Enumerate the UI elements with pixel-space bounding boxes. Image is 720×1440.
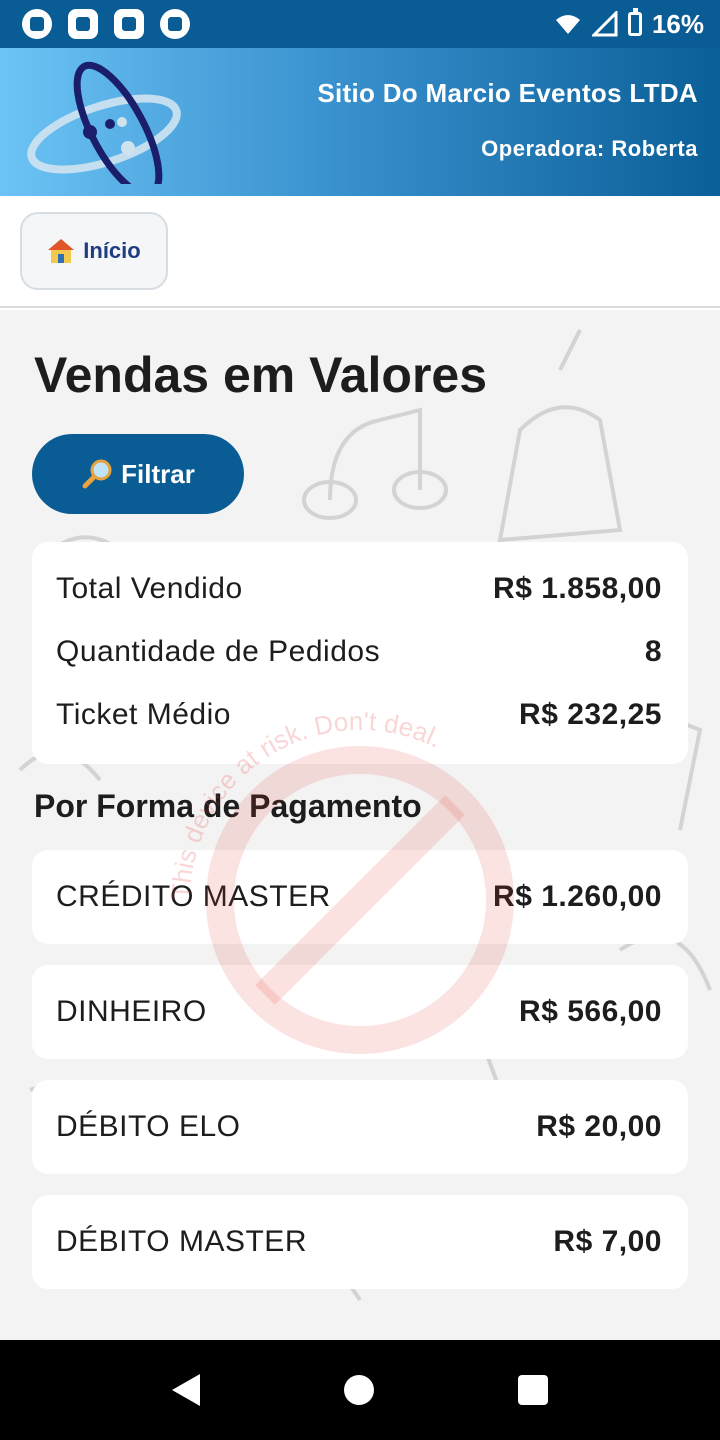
back-icon[interactable] xyxy=(172,1374,200,1406)
summary-row: Total Vendido R$ 1.858,00 xyxy=(56,572,662,606)
main-content: Vendas em Valores Filtrar Total Vendido … xyxy=(0,310,720,1340)
payment-value: R$ 20,00 xyxy=(536,1110,662,1143)
payment-value: R$ 7,00 xyxy=(553,1225,662,1258)
summary-card: Total Vendido R$ 1.858,00 Quantidade de … xyxy=(32,542,688,764)
payment-row-content: DÉBITO ELO R$ 20,00 xyxy=(56,1110,662,1144)
filter-button[interactable]: Filtrar xyxy=(32,434,244,514)
payment-section-title: Por Forma de Pagamento xyxy=(34,788,422,824)
payment-label: DÉBITO ELO xyxy=(56,1110,241,1143)
summary-value: 8 xyxy=(644,635,662,668)
system-nav-bar xyxy=(0,1340,720,1440)
payment-row: DÉBITO ELO R$ 20,00 xyxy=(32,1080,688,1174)
summary-row: Ticket Médio R$ 232,25 xyxy=(56,698,662,732)
summary-label: Total Vendido xyxy=(56,572,243,605)
app-header: Sitio Do Marcio Eventos LTDA Operadora: … xyxy=(0,48,720,196)
payment-value: R$ 566,00 xyxy=(519,995,662,1028)
summary-label: Ticket Médio xyxy=(56,698,231,731)
battery-charging-icon xyxy=(627,8,642,36)
payment-row: DÉBITO MASTER R$ 7,00 xyxy=(32,1195,688,1289)
payment-row: CRÉDITO MASTER R$ 1.260,00 xyxy=(32,850,688,944)
payment-row-content: DÉBITO MASTER R$ 7,00 xyxy=(56,1225,662,1259)
home-icon xyxy=(48,239,75,263)
summary-value: R$ 1.858,00 xyxy=(493,572,662,605)
status-bar: 16% xyxy=(0,0,720,48)
home-button-label: Início xyxy=(83,238,141,263)
payment-row-content: CRÉDITO MASTER R$ 1.260,00 xyxy=(56,880,662,914)
payment-label: DÉBITO MASTER xyxy=(56,1225,307,1258)
page-title: Vendas em Valores xyxy=(34,347,488,403)
summary-label: Quantidade de Pedidos xyxy=(56,635,381,668)
company-logo xyxy=(27,61,181,184)
payment-label: CRÉDITO MASTER xyxy=(56,880,331,913)
operator-name: Operadora: Roberta xyxy=(481,136,698,161)
home-button[interactable]: Início xyxy=(20,212,168,290)
app-notification-icon xyxy=(160,9,190,39)
payment-row-content: DINHEIRO R$ 566,00 xyxy=(56,995,662,1029)
grid-app-icon xyxy=(114,9,144,39)
battery-percent: 16% xyxy=(651,8,704,39)
search-icon xyxy=(82,459,112,489)
home-circle-icon[interactable] xyxy=(344,1375,374,1405)
summary-value: R$ 232,25 xyxy=(519,698,662,731)
filter-button-label: Filtrar xyxy=(121,458,195,489)
app-notification-icon xyxy=(22,9,52,39)
wifi-icon xyxy=(555,15,580,34)
summary-row: Quantidade de Pedidos 8 xyxy=(56,635,662,669)
payment-label: DINHEIRO xyxy=(56,995,207,1028)
system-icons: 16% xyxy=(554,8,704,40)
payment-value: R$ 1.260,00 xyxy=(493,880,662,913)
signal-icon xyxy=(591,11,618,37)
cast-icon xyxy=(68,9,98,39)
payment-row: DINHEIRO R$ 566,00 xyxy=(32,965,688,1059)
notification-icons xyxy=(22,9,190,39)
company-name: Sitio Do Marcio Eventos LTDA xyxy=(317,78,698,108)
recent-apps-icon[interactable] xyxy=(518,1375,548,1405)
top-nav: Início xyxy=(0,196,720,308)
